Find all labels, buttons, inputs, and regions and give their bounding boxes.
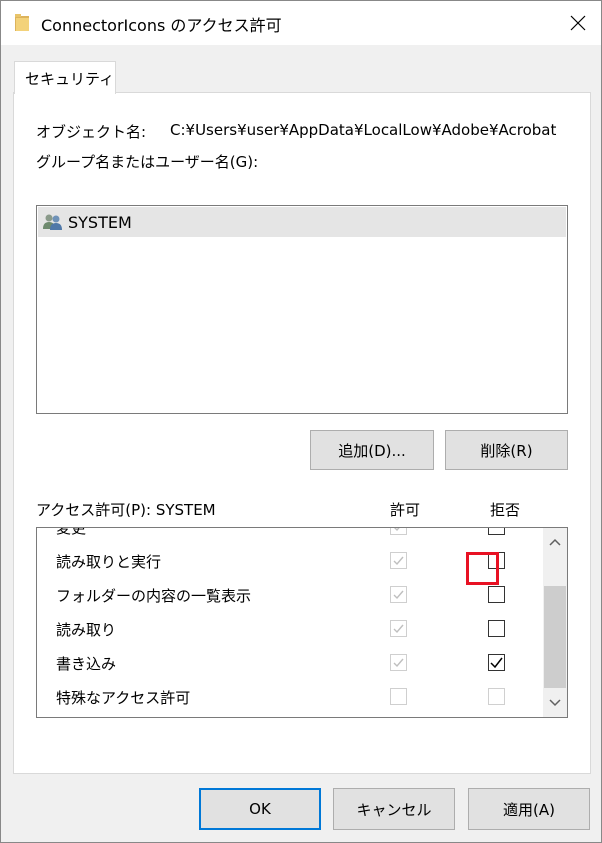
permission-name: フォルダーの内容の一覧表示	[56, 587, 252, 605]
object-path: C:¥Users¥user¥AppData¥LocalLow¥Adobe¥Acr…	[170, 121, 557, 139]
deny-checkbox[interactable]	[488, 586, 505, 603]
allow-checkbox	[390, 552, 407, 569]
scroll-up-button[interactable]	[543, 530, 567, 554]
group-name: SYSTEM	[68, 213, 132, 232]
users-icon	[43, 214, 62, 230]
check-icon	[490, 657, 503, 669]
ok-button[interactable]: OK	[199, 788, 321, 830]
allow-checkbox	[390, 528, 407, 535]
chevron-down-icon	[549, 699, 561, 707]
vertical-scrollbar[interactable]	[543, 528, 567, 717]
deny-checkbox[interactable]	[488, 528, 505, 535]
permission-row-write: 書き込み	[37, 646, 542, 680]
permission-row-modify: 変更	[37, 527, 542, 544]
allow-checkbox	[390, 586, 407, 603]
title-bar: ConnectorIcons のアクセス許可	[1, 1, 601, 45]
permissions-dialog: ConnectorIcons のアクセス許可 セキュリティ オブジェクト名: C…	[0, 0, 602, 843]
permission-row-read-execute: 読み取りと実行	[37, 544, 542, 578]
permission-name: 読み取り	[56, 621, 117, 639]
permission-name: 特殊なアクセス許可	[56, 689, 191, 707]
chevron-up-icon	[549, 538, 561, 546]
apply-button[interactable]: 適用(A)	[468, 788, 590, 830]
tab-security[interactable]: セキュリティ	[14, 61, 116, 94]
group-list[interactable]: SYSTEM	[36, 205, 568, 414]
allow-checkbox	[390, 654, 407, 671]
cancel-button[interactable]: キャンセル	[333, 788, 455, 830]
close-icon	[570, 15, 586, 31]
group-list-label: グループ名またはユーザー名(G):	[36, 153, 259, 171]
allow-column-header: 許可	[390, 501, 421, 519]
deny-checkbox[interactable]	[488, 620, 505, 637]
folder-icon	[15, 14, 29, 31]
permission-name: 書き込み	[56, 655, 117, 673]
scroll-thumb[interactable]	[544, 586, 566, 688]
object-name-label: オブジェクト名:	[36, 123, 147, 141]
window-title: ConnectorIcons のアクセス許可	[41, 16, 282, 35]
permission-row-special: 特殊なアクセス許可	[37, 680, 542, 714]
permission-name: 読み取りと実行	[56, 553, 162, 571]
tab-security-label: セキュリティ	[25, 70, 115, 88]
permissions-list[interactable]: 変更 読み取りと実行 フォルダーの内容の一覧表示 読み取り 書き込み 特殊なアク…	[36, 527, 568, 718]
list-item[interactable]: SYSTEM	[38, 207, 566, 237]
deny-column-header: 拒否	[490, 501, 521, 519]
permission-name: 変更	[56, 527, 87, 537]
permission-row-list-folder: フォルダーの内容の一覧表示	[37, 578, 542, 612]
permission-row-read: 読み取り	[37, 612, 542, 646]
close-button[interactable]	[555, 1, 601, 45]
allow-checkbox	[390, 620, 407, 637]
deny-checkbox-checked[interactable]	[488, 654, 505, 671]
security-panel: オブジェクト名: C:¥Users¥user¥AppData¥LocalLow¥…	[13, 92, 591, 774]
allow-checkbox	[390, 688, 407, 705]
remove-button[interactable]: 削除(R)	[445, 430, 568, 470]
add-button[interactable]: 追加(D)...	[310, 430, 434, 470]
deny-checkbox[interactable]	[488, 552, 505, 569]
scroll-down-button[interactable]	[543, 691, 567, 715]
deny-checkbox	[488, 688, 505, 705]
permissions-label: アクセス許可(P): SYSTEM	[36, 501, 216, 519]
